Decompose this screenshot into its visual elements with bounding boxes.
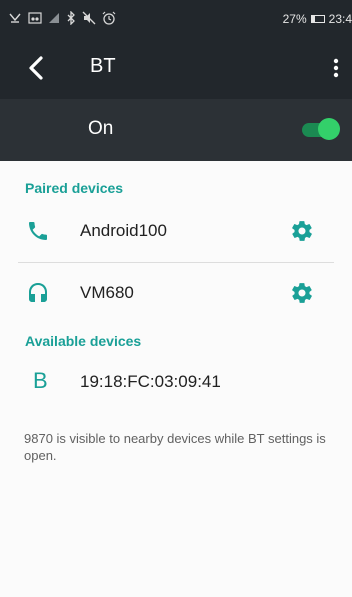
battery-percent: 27% (282, 12, 307, 26)
available-devices-header: Available devices (25, 333, 142, 349)
gear-icon (292, 221, 312, 241)
phone-icon (26, 219, 50, 243)
signal-icon (48, 11, 60, 25)
page-title: BT (90, 55, 116, 77)
switch-label: On (88, 118, 114, 139)
battery-icon (310, 15, 325, 23)
paired-devices-header: Paired devices (25, 180, 124, 196)
device-name: Android100 (80, 221, 167, 240)
paired-device-row[interactable]: VM680 (0, 263, 352, 323)
headset-icon (26, 281, 50, 305)
overflow-menu-button[interactable] (328, 52, 344, 84)
available-device-row[interactable]: B 19:18:FC:03:09:41 (0, 352, 352, 412)
app-bar: BT (0, 38, 352, 99)
missed-call-icon (8, 11, 22, 25)
status-bar: 27% 23:4 (0, 0, 352, 38)
paired-device-row[interactable]: Android100 (0, 201, 352, 261)
status-icons (8, 10, 116, 26)
gear-icon (292, 283, 312, 303)
bluetooth-letter-icon: B (33, 368, 48, 393)
voicemail-icon (28, 11, 42, 25)
alarm-icon (102, 11, 116, 25)
device-name: 19:18:FC:03:09:41 (80, 372, 221, 391)
toggle-thumb (318, 118, 340, 140)
device-settings-button[interactable] (290, 219, 314, 243)
back-arrow-icon (29, 56, 43, 80)
mute-icon (82, 11, 96, 25)
more-vert-icon (333, 58, 339, 78)
device-settings-button[interactable] (290, 281, 314, 305)
status-right: 27% 23:4 (283, 12, 352, 26)
visibility-note: 9870 is visible to nearby devices while … (24, 431, 326, 463)
device-name: VM680 (80, 283, 134, 302)
clock: 23:4 (328, 12, 352, 26)
bluetooth-master-switch-row[interactable]: On (0, 99, 352, 161)
back-button[interactable] (22, 52, 52, 84)
bluetooth-icon (66, 10, 76, 26)
bluetooth-toggle[interactable] (296, 117, 340, 141)
